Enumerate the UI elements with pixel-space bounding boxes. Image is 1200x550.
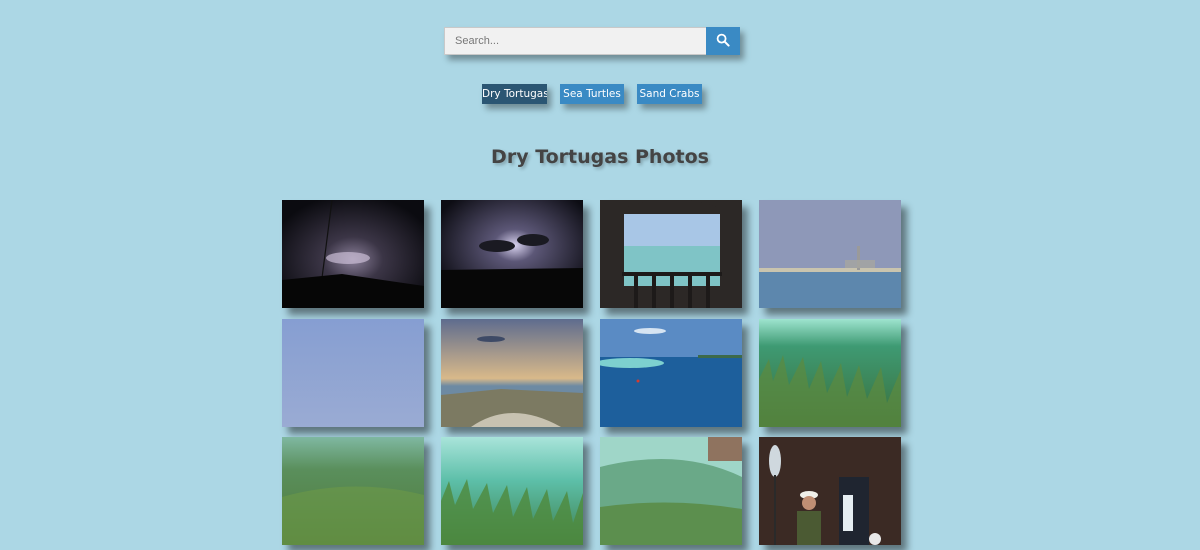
gallery-title: Dry Tortugas Photos xyxy=(491,146,709,168)
photo-thumbnail[interactable] xyxy=(282,437,424,545)
photo-thumbnail[interactable] xyxy=(282,200,424,308)
photo-thumbnail[interactable] xyxy=(600,200,742,308)
photo-thumbnail[interactable] xyxy=(282,319,424,427)
photo-thumbnail[interactable] xyxy=(759,200,901,308)
search-form xyxy=(444,27,740,55)
photo-gallery-page: Dry Tortugas Sea Turtles Sand Crabs Dry … xyxy=(0,0,1200,550)
search-button[interactable] xyxy=(706,27,740,55)
photo-thumbnail[interactable] xyxy=(759,319,901,427)
photo-thumbnail[interactable] xyxy=(441,200,583,308)
photo-thumbnail[interactable] xyxy=(441,437,583,545)
category-button-sand-crabs[interactable]: Sand Crabs xyxy=(637,84,702,104)
photo-thumbnail[interactable] xyxy=(600,437,742,545)
search-icon xyxy=(716,33,730,50)
photo-thumbnail[interactable] xyxy=(600,319,742,427)
photo-thumbnail[interactable] xyxy=(759,437,901,545)
category-button-sea-turtles[interactable]: Sea Turtles xyxy=(560,84,624,104)
category-button-dry-tortugas[interactable]: Dry Tortugas xyxy=(482,84,547,104)
photo-thumbnail[interactable] xyxy=(441,319,583,427)
search-input[interactable] xyxy=(444,27,706,55)
